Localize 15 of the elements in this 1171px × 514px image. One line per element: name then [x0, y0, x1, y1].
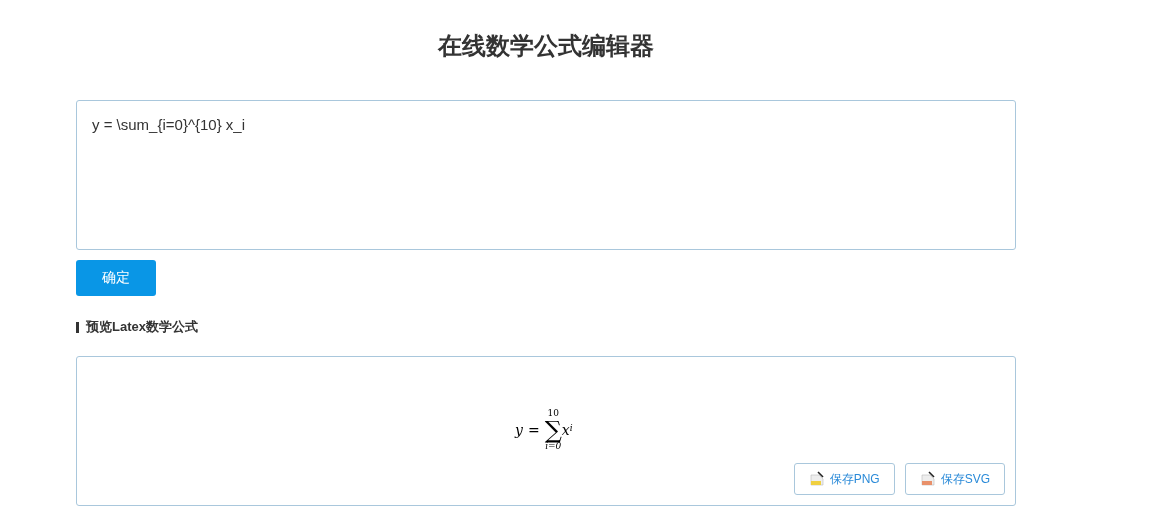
formula-equals: = [527, 422, 540, 438]
file-icon [808, 471, 825, 487]
file-icon [919, 471, 936, 487]
formula-variable: y [515, 422, 523, 438]
save-svg-button[interactable]: 保存SVG [904, 463, 1005, 495]
formula-input[interactable]: y = \sum_{i=0}^{10} x_i [76, 100, 1016, 250]
sum-upper-limit: 10 [547, 409, 559, 418]
formula-subscript: i [569, 423, 573, 433]
sum-symbol: ∑ [544, 418, 562, 442]
section-heading: 预览Latex数学公式 [86, 318, 198, 336]
save-png-button[interactable]: 保存PNG [793, 463, 895, 495]
formula-term: x [561, 422, 570, 438]
confirm-button[interactable]: 确定 [76, 260, 156, 296]
page-title: 在线数学公式编辑器 [436, 31, 655, 61]
sum-lower-limit: i=0 [545, 442, 562, 451]
